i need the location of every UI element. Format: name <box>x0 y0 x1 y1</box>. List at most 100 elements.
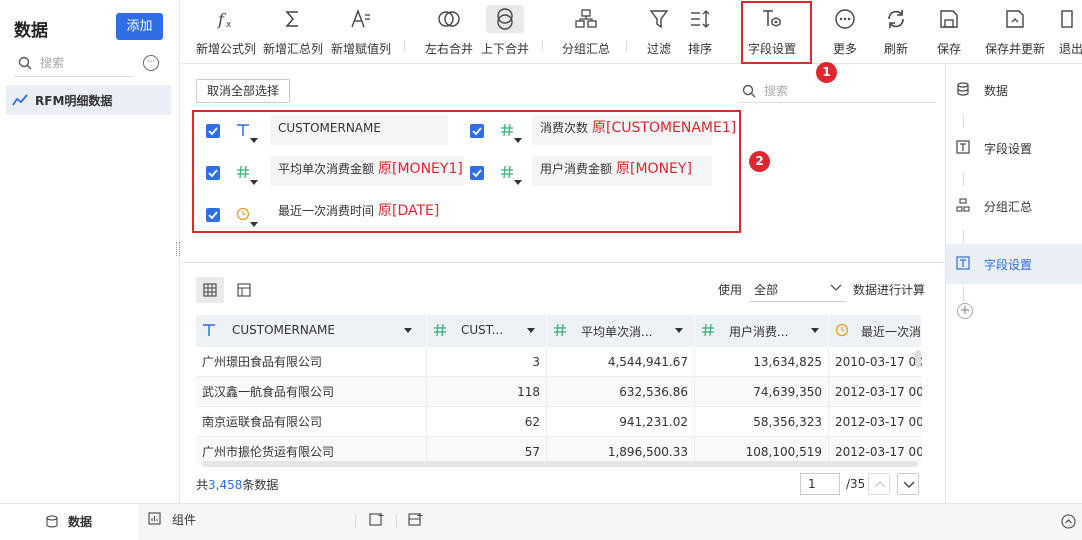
toolbar-label: 上下合并 <box>480 42 529 56</box>
toolbar-save-update[interactable]: 保存并更新 <box>983 6 1047 58</box>
toolbar-merge-vertical[interactable]: 上下合并 <box>479 5 531 58</box>
group-icon <box>575 9 597 28</box>
page-total: /35 <box>846 477 866 491</box>
toolbar-save[interactable]: 保存 <box>929 6 969 58</box>
toolbar-sort[interactable]: 排序 <box>681 6 719 58</box>
left-panel: 数据 添加 搜索 ··· RFM明细数据 <box>0 0 180 503</box>
step-data[interactable]: 数据 <box>946 70 1082 110</box>
svg-text:x: x <box>226 20 232 30</box>
field-search-placeholder: 搜索 <box>764 84 789 98</box>
step-field-settings-active[interactable]: 字段设置 <box>946 244 1082 284</box>
add-dashboard-icon[interactable] <box>408 512 423 527</box>
step-connector <box>963 230 964 244</box>
step-label: 字段设置 <box>984 142 1033 156</box>
add-step-icon[interactable]: + <box>957 303 973 319</box>
table-cell: 118 <box>427 377 547 407</box>
database-icon <box>957 82 969 96</box>
total-count: 共3,458条数据 <box>196 476 278 493</box>
toolbar-refresh[interactable]: 刷新 <box>876 6 916 58</box>
step-field-settings[interactable]: 字段设置 <box>946 128 1082 168</box>
next-page-button[interactable] <box>897 473 919 495</box>
table-cell: 62 <box>427 407 547 437</box>
chevron-down-icon <box>903 481 915 488</box>
column-menu-icon[interactable] <box>811 328 819 333</box>
data-scope-select[interactable]: 全部 <box>750 276 846 302</box>
more-icon <box>835 9 855 29</box>
column-header-label: CUST... <box>461 323 504 337</box>
sigma-icon <box>285 11 298 27</box>
table-cell: 2012-03-17 00:00 <box>835 385 922 399</box>
collapse-up-icon[interactable] <box>1061 514 1076 529</box>
highlight-box-2 <box>192 110 741 233</box>
highlight-box-1 <box>741 1 812 64</box>
column-header-label: 最近一次消 <box>861 325 922 339</box>
table-cell: 武汉鑫一航食品有限公司 <box>196 377 427 407</box>
table-cell: 74,639,350 <box>695 377 829 407</box>
toolbar-filter[interactable]: 过滤 <box>640 6 678 58</box>
toolbar-add-summary[interactable]: 新增汇总列 <box>262 6 324 58</box>
step-group-summary[interactable]: 分组汇总 <box>946 186 1082 226</box>
number-type-icon <box>554 323 566 337</box>
table-cell: 2012-03-17 00:00 <box>835 415 922 429</box>
column-header[interactable]: 平均单次消... <box>547 315 695 347</box>
toolbar-divider <box>404 40 405 52</box>
column-header[interactable]: CUST... <box>427 315 547 347</box>
column-header[interactable]: 最近一次消 <box>829 315 922 347</box>
toolbar-exit[interactable]: 退出 <box>1059 6 1082 58</box>
left-item-rfm[interactable]: RFM明细数据 <box>6 85 171 115</box>
grid-icon <box>203 283 217 297</box>
toolbar-label: 刷新 <box>883 42 908 56</box>
table-cell: 4,544,941.67 <box>547 347 695 377</box>
table-cell: 13,634,825 <box>695 347 829 377</box>
more-options-icon[interactable]: ··· <box>143 55 159 71</box>
field-settings-icon <box>956 140 970 154</box>
toolbar-divider <box>542 40 543 52</box>
search-icon <box>742 84 756 98</box>
tab-data[interactable]: 数据 <box>0 504 138 540</box>
use-label: 使用 <box>718 283 743 297</box>
merge-vertical-icon <box>497 8 513 30</box>
bottom-divider <box>355 514 356 528</box>
calc-label: 数据进行计算 <box>853 283 926 297</box>
vertical-scrollbar[interactable] <box>915 350 921 368</box>
left-search-input[interactable]: 搜索 <box>14 51 132 77</box>
bottom-divider <box>396 514 397 528</box>
step-connector <box>963 286 964 302</box>
field-settings-icon <box>956 256 970 270</box>
step-label: 分组汇总 <box>984 200 1033 214</box>
bottom-bar: 数据 组件 <box>0 503 1082 540</box>
left-panel-title: 数据 <box>14 21 48 41</box>
table-row: 武汉鑫一航食品有限公司 118 632,536.86 74,639,350 20… <box>196 377 922 407</box>
column-menu-icon[interactable] <box>675 328 683 333</box>
horizontal-scrollbar[interactable] <box>202 461 918 467</box>
column-header[interactable]: CUSTOMERNAME <box>196 315 427 347</box>
toolbar-add-formula[interactable]: fx 新增公式列 <box>195 6 257 58</box>
filter-icon <box>649 10 669 29</box>
grid-view-button[interactable] <box>196 277 224 303</box>
field-search-input[interactable]: 搜索 <box>738 79 936 103</box>
data-scope-value: 全部 <box>754 283 779 297</box>
toolbar-label: 保存并更新 <box>984 42 1045 56</box>
prev-page-button[interactable] <box>868 473 890 495</box>
toolbar-more[interactable]: 更多 <box>825 6 865 58</box>
table-row: 南京运联食品有限公司 62 941,231.02 58,356,323 2012… <box>196 407 922 437</box>
toolbar-label: 新增公式列 <box>195 42 256 56</box>
column-menu-icon[interactable] <box>404 328 412 333</box>
deselect-all-button[interactable]: 取消全部选择 <box>196 79 290 103</box>
toolbar-label: 过滤 <box>646 42 671 56</box>
add-button[interactable]: 添加 <box>116 13 163 40</box>
chevron-down-icon <box>830 284 842 291</box>
toolbar-label: 左右合并 <box>424 42 473 56</box>
column-menu-icon[interactable] <box>527 328 535 333</box>
tab-label: 组件 <box>172 513 197 527</box>
pivot-view-button[interactable] <box>230 277 258 303</box>
toolbar-add-assign[interactable]: 新增赋值列 <box>330 6 392 58</box>
column-header[interactable]: 用户消费... <box>695 315 829 347</box>
panel-splitter[interactable] <box>176 242 180 256</box>
toolbar-merge-horizontal[interactable]: 左右合并 <box>423 6 475 58</box>
page-number-input[interactable]: 1 <box>800 473 840 495</box>
table-cell: 3 <box>427 347 547 377</box>
toolbar-group-summary[interactable]: 分组汇总 <box>560 6 612 58</box>
tab-label: 数据 <box>68 515 93 529</box>
add-component-icon[interactable] <box>369 512 384 527</box>
